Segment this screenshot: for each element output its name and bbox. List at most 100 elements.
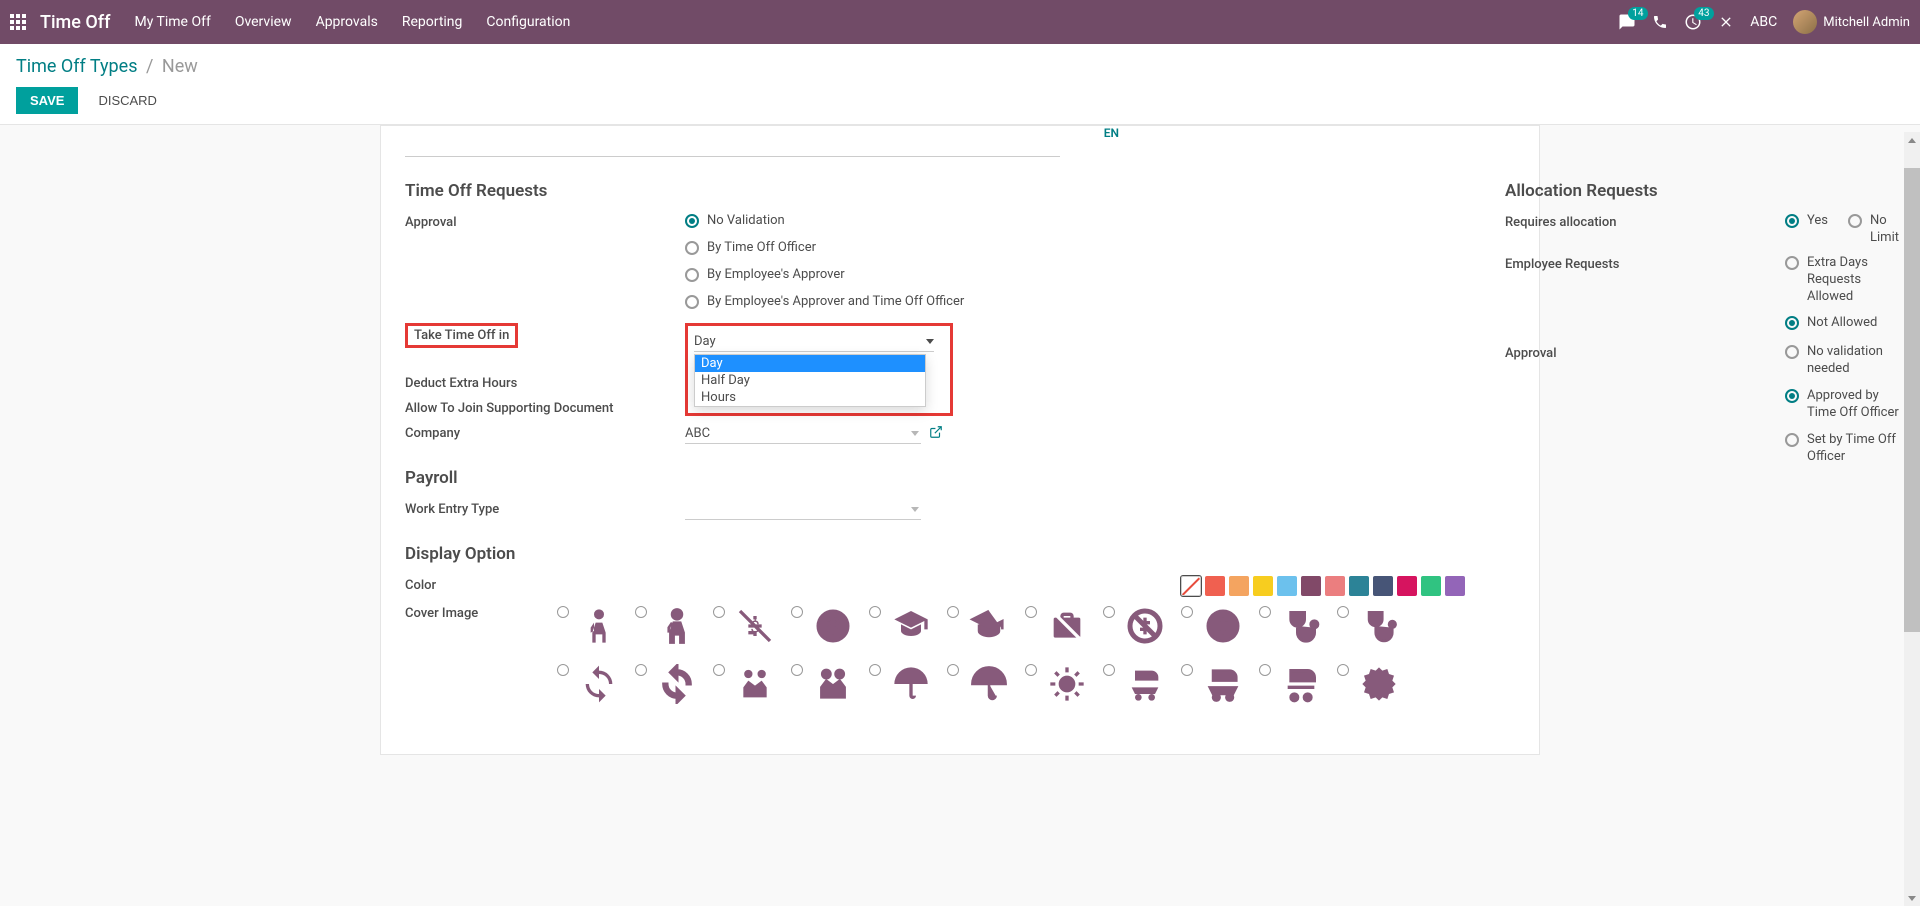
unit-dropdown: Day Half Day Hours — [694, 354, 926, 407]
color-5[interactable] — [1301, 576, 1321, 596]
color-10[interactable] — [1421, 576, 1441, 596]
cover-radio-18[interactable] — [1025, 664, 1037, 676]
color-1[interactable] — [1205, 576, 1225, 596]
lang-toggle[interactable]: EN — [1104, 126, 1119, 140]
save-button[interactable]: SAVE — [16, 87, 78, 114]
cover-radio-6[interactable] — [947, 606, 959, 618]
label-approval: Approval — [405, 213, 685, 230]
stroller-outline-icon — [1201, 662, 1245, 706]
color-4[interactable] — [1277, 576, 1297, 596]
cover-radio-14[interactable] — [713, 664, 725, 676]
unit-option-hours[interactable]: Hours — [695, 389, 925, 406]
cover-radio-15[interactable] — [791, 664, 803, 676]
cover-radio-9[interactable] — [1181, 606, 1193, 618]
cover-radio-16[interactable] — [869, 664, 881, 676]
cover-radio-20[interactable] — [1181, 664, 1193, 676]
color-7[interactable] — [1349, 576, 1369, 596]
apps-icon[interactable] — [10, 14, 26, 30]
scroll-down-icon[interactable] — [1904, 890, 1920, 906]
work-entry-select[interactable] — [685, 500, 921, 520]
breadcrumb-parent[interactable]: Time Off Types — [16, 56, 138, 77]
requires-alloc-no-limit[interactable]: No Limit — [1848, 213, 1899, 247]
external-link-icon[interactable] — [929, 425, 943, 443]
people-icon — [733, 662, 777, 706]
discard-button[interactable]: DISCARD — [88, 87, 167, 114]
cover-radio-4[interactable] — [791, 606, 803, 618]
no-dollar-icon — [1123, 604, 1167, 648]
sync-icon — [577, 662, 621, 706]
messages-icon[interactable]: 14 — [1618, 13, 1636, 31]
cover-radio-22[interactable] — [1337, 664, 1349, 676]
unit-select[interactable]: Day — [694, 332, 934, 352]
debug-icon[interactable] — [1718, 14, 1734, 30]
scrollbar-thumb[interactable] — [1904, 168, 1920, 632]
user-menu[interactable]: Mitchell Admin — [1793, 10, 1910, 34]
extra-badge-icon — [1357, 662, 1401, 706]
cover-radio-12[interactable] — [557, 664, 569, 676]
company-select[interactable]: ABC — [685, 424, 921, 444]
scrollbar[interactable] — [1904, 132, 1920, 906]
cover-radio-1[interactable] — [557, 606, 569, 618]
nav-configuration[interactable]: Configuration — [486, 14, 570, 30]
stethoscope-icon — [1279, 604, 1323, 648]
color-6[interactable] — [1325, 576, 1345, 596]
nav-my-time-off[interactable]: My Time Off — [134, 14, 210, 30]
label-color: Color — [405, 576, 685, 593]
cover-radio-13[interactable] — [635, 664, 647, 676]
color-9[interactable] — [1397, 576, 1417, 596]
alloc-approval-officer[interactable]: Approved by Time Off Officer — [1785, 388, 1899, 422]
color-2[interactable] — [1229, 576, 1249, 596]
activities-badge: 43 — [1694, 7, 1713, 20]
nav-overview[interactable]: Overview — [235, 14, 292, 30]
color-3[interactable] — [1253, 576, 1273, 596]
svg-text:$: $ — [750, 618, 759, 637]
topbar: Time Off My Time Off Overview Approvals … — [0, 0, 1920, 44]
breadcrumb: Time Off Types / New — [16, 56, 1904, 77]
cover-radio-3[interactable] — [713, 606, 725, 618]
label-deduct-extra-hours: Deduct Extra Hours — [405, 374, 685, 391]
sync-outline-icon — [655, 662, 699, 706]
cover-radio-17[interactable] — [947, 664, 959, 676]
label-work-entry-type: Work Entry Type — [405, 500, 685, 517]
label-company: Company — [405, 424, 685, 441]
cover-radio-21[interactable] — [1259, 664, 1271, 676]
nav-reporting[interactable]: Reporting — [402, 14, 463, 30]
unit-option-day[interactable]: Day — [695, 355, 925, 372]
alloc-approval-none[interactable]: No validation needed — [1785, 344, 1899, 378]
graduation-icon — [889, 604, 933, 648]
cover-radio-2[interactable] — [635, 606, 647, 618]
cover-radio-7[interactable] — [1025, 606, 1037, 618]
approval-both[interactable]: By Employee's Approver and Time Off Offi… — [685, 294, 1465, 311]
section-display-option: Display Option — [405, 544, 1465, 564]
cover-radio-19[interactable] — [1103, 664, 1115, 676]
color-11[interactable] — [1445, 576, 1465, 596]
unit-option-half-day[interactable]: Half Day — [695, 372, 925, 389]
company-switcher[interactable]: ABC — [1750, 14, 1777, 30]
requires-alloc-yes[interactable]: Yes — [1785, 213, 1828, 247]
user-name: Mitchell Admin — [1823, 15, 1910, 30]
label-supporting-doc: Allow To Join Supporting Document — [405, 399, 685, 416]
people-outline-icon — [811, 662, 855, 706]
emp-req-not-allowed[interactable]: Not Allowed — [1785, 315, 1899, 332]
emp-req-extra-days[interactable]: Extra Days Requests Allowed — [1785, 255, 1899, 306]
dollar-circle-icon — [811, 604, 855, 648]
nav-approvals[interactable]: Approvals — [316, 14, 378, 30]
label-alloc-approval: Approval — [1505, 344, 1785, 361]
cover-radio-8[interactable] — [1103, 606, 1115, 618]
phone-icon[interactable] — [1652, 14, 1668, 30]
injury-icon — [577, 604, 621, 648]
alloc-approval-set-by-officer[interactable]: Set by Time Off Officer — [1785, 432, 1899, 466]
chevron-down-icon — [926, 339, 934, 344]
activities-icon[interactable]: 43 — [1684, 13, 1702, 31]
approval-officer[interactable]: By Time Off Officer — [685, 240, 1465, 257]
color-none[interactable] — [1181, 576, 1201, 596]
chevron-down-icon — [911, 507, 919, 512]
scroll-up-icon[interactable] — [1904, 132, 1920, 148]
approval-no-validation[interactable]: No Validation — [685, 213, 1465, 230]
color-8[interactable] — [1373, 576, 1393, 596]
cover-radio-5[interactable] — [869, 606, 881, 618]
stroller-icon — [1123, 662, 1167, 706]
cover-radio-10[interactable] — [1259, 606, 1271, 618]
cover-radio-11[interactable] — [1337, 606, 1349, 618]
approval-employee-approver[interactable]: By Employee's Approver — [685, 267, 1465, 284]
